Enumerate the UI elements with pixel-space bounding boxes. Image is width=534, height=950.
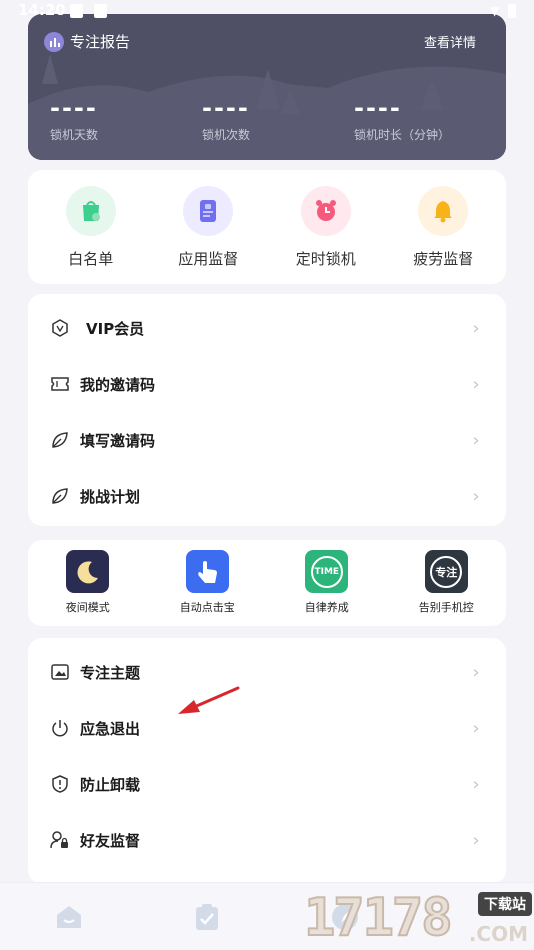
quick-timed-lock[interactable]: 定时锁机 <box>271 170 381 284</box>
menu-item-vip[interactable]: VIP会员 › <box>28 300 506 356</box>
focus-app-icon: 专注 <box>424 550 468 593</box>
chevron-right-icon: › <box>472 317 480 339</box>
image-frame-icon <box>50 662 70 682</box>
menu-item-my-invite-code[interactable]: 我的邀请码 › <box>28 356 506 412</box>
time-app-icon: TIME <box>305 550 349 593</box>
report-header: 专注报告 <box>44 31 130 52</box>
shield-alert-icon <box>50 774 70 794</box>
stat-value: ---- <box>50 94 98 122</box>
menu-item-friend-supervision[interactable]: 好友监督 › <box>28 812 506 868</box>
stat-value: ---- <box>354 94 402 122</box>
battery-icon <box>508 4 516 18</box>
tab-home[interactable] <box>49 897 89 937</box>
menu-label: 应急退出 <box>80 719 141 738</box>
report-title: 专注报告 <box>70 33 131 51</box>
stat-label: 锁机次数 <box>202 128 251 142</box>
stat-value: ---- <box>202 94 250 122</box>
quick-label: 定时锁机 <box>295 250 356 268</box>
status-time: 14:20 <box>18 1 66 19</box>
chevron-right-icon: › <box>472 429 480 451</box>
focus-report-card[interactable]: 专注报告 查看详情 ---- 锁机天数 ---- 锁机次数 ---- 锁机时长（… <box>28 14 506 160</box>
app-label: 告别手机控 <box>418 601 474 614</box>
quick-fatigue-monitor[interactable]: 疲劳监督 <box>388 170 498 284</box>
ticket-icon <box>50 374 70 394</box>
menu-card-settings: 专注主题 › 应急退出 › 防止卸载 › 好友监督 › <box>28 638 506 884</box>
menu-card-account: VIP会员 › 我的邀请码 › 填写邀请码 › 挑战计划 › <box>28 294 506 526</box>
user-lock-icon <box>50 830 70 850</box>
leaf-icon <box>50 430 70 450</box>
app-self-discipline[interactable]: TIME 自律养成 <box>272 540 382 626</box>
notification-icon <box>70 4 83 18</box>
chevron-right-icon: › <box>472 773 480 795</box>
stat-lock-days: ---- 锁机天数 <box>50 94 170 143</box>
watermark-number: 17178 <box>303 887 454 949</box>
bell-icon <box>418 186 469 236</box>
app-monitor-icon <box>183 186 234 236</box>
focus-badge: 专注 <box>430 555 463 588</box>
home-icon <box>57 905 81 928</box>
whitelist-icon <box>65 186 116 236</box>
wifi-icon: ▼ <box>490 4 500 18</box>
stat-label: 锁机时长（分钟） <box>354 128 451 142</box>
quick-whitelist[interactable]: 白名单 <box>36 170 146 284</box>
app-night-mode[interactable]: 夜间模式 <box>33 540 143 626</box>
quick-app-monitor[interactable]: 应用监督 <box>153 170 263 284</box>
chevron-right-icon: › <box>472 717 480 739</box>
notification-icon <box>94 4 107 18</box>
tab-tasks[interactable] <box>187 897 227 937</box>
chevron-right-icon: › <box>472 373 480 395</box>
chevron-right-icon: › <box>472 829 480 851</box>
menu-item-focus-theme[interactable]: 专注主题 › <box>28 644 506 700</box>
stat-lock-count: ---- 锁机次数 <box>202 94 322 143</box>
quick-actions-card: 白名单 应用监督 定时锁机 疲劳监督 <box>28 170 506 284</box>
quick-label: 应用监督 <box>178 250 239 268</box>
quick-label: 疲劳监督 <box>413 250 474 268</box>
quick-label: 白名单 <box>68 250 114 268</box>
menu-item-prevent-uninstall[interactable]: 防止卸载 › <box>28 756 506 812</box>
app-auto-clicker[interactable]: 自动点击宝 <box>152 540 262 626</box>
menu-item-emergency-exit[interactable]: 应急退出 › <box>28 700 506 756</box>
red-arrow-annotation <box>178 686 240 714</box>
menu-item-enter-invite-code[interactable]: 填写邀请码 › <box>28 412 506 468</box>
site-watermark: 17178 下载站 .COM <box>303 887 534 950</box>
watermark-site: 下载站 <box>478 892 532 916</box>
alarm-clock-icon <box>300 186 351 236</box>
menu-label: 好友监督 <box>80 831 141 850</box>
moon-app-icon <box>66 550 110 593</box>
watermark-domain: .COM <box>468 922 528 946</box>
chevron-right-icon: › <box>472 485 480 507</box>
chart-icon <box>44 31 64 52</box>
view-details-link[interactable]: 查看详情 <box>424 32 476 51</box>
clipboard-icon <box>196 903 218 930</box>
chevron-right-icon: › <box>472 661 480 683</box>
app-label: 自动点击宝 <box>179 601 235 614</box>
app-label: 夜间模式 <box>65 601 110 614</box>
menu-label: 专注主题 <box>80 663 141 682</box>
menu-label: 我的邀请码 <box>80 375 156 394</box>
stat-label: 锁机天数 <box>50 128 99 142</box>
power-icon <box>50 718 70 738</box>
vip-shield-icon <box>50 318 70 338</box>
app-quit-phone[interactable]: 专注 告别手机控 <box>391 540 501 626</box>
tap-hand-app-icon <box>185 550 229 593</box>
leaf-icon <box>50 486 70 506</box>
time-badge: TIME <box>310 555 343 588</box>
menu-label: VIP会员 <box>86 319 145 338</box>
stat-lock-duration: ---- 锁机时长（分钟） <box>354 94 494 143</box>
recommended-apps-card: 夜间模式 自动点击宝 TIME 自律养成 专注 告别手机控 <box>28 540 506 626</box>
menu-label: 挑战计划 <box>80 487 141 506</box>
menu-label: 防止卸载 <box>80 775 141 794</box>
app-label: 自律养成 <box>304 601 349 614</box>
menu-item-challenge-plan[interactable]: 挑战计划 › <box>28 468 506 524</box>
status-bar: 14:20 ▼ <box>0 0 534 24</box>
menu-label: 填写邀请码 <box>80 431 156 450</box>
